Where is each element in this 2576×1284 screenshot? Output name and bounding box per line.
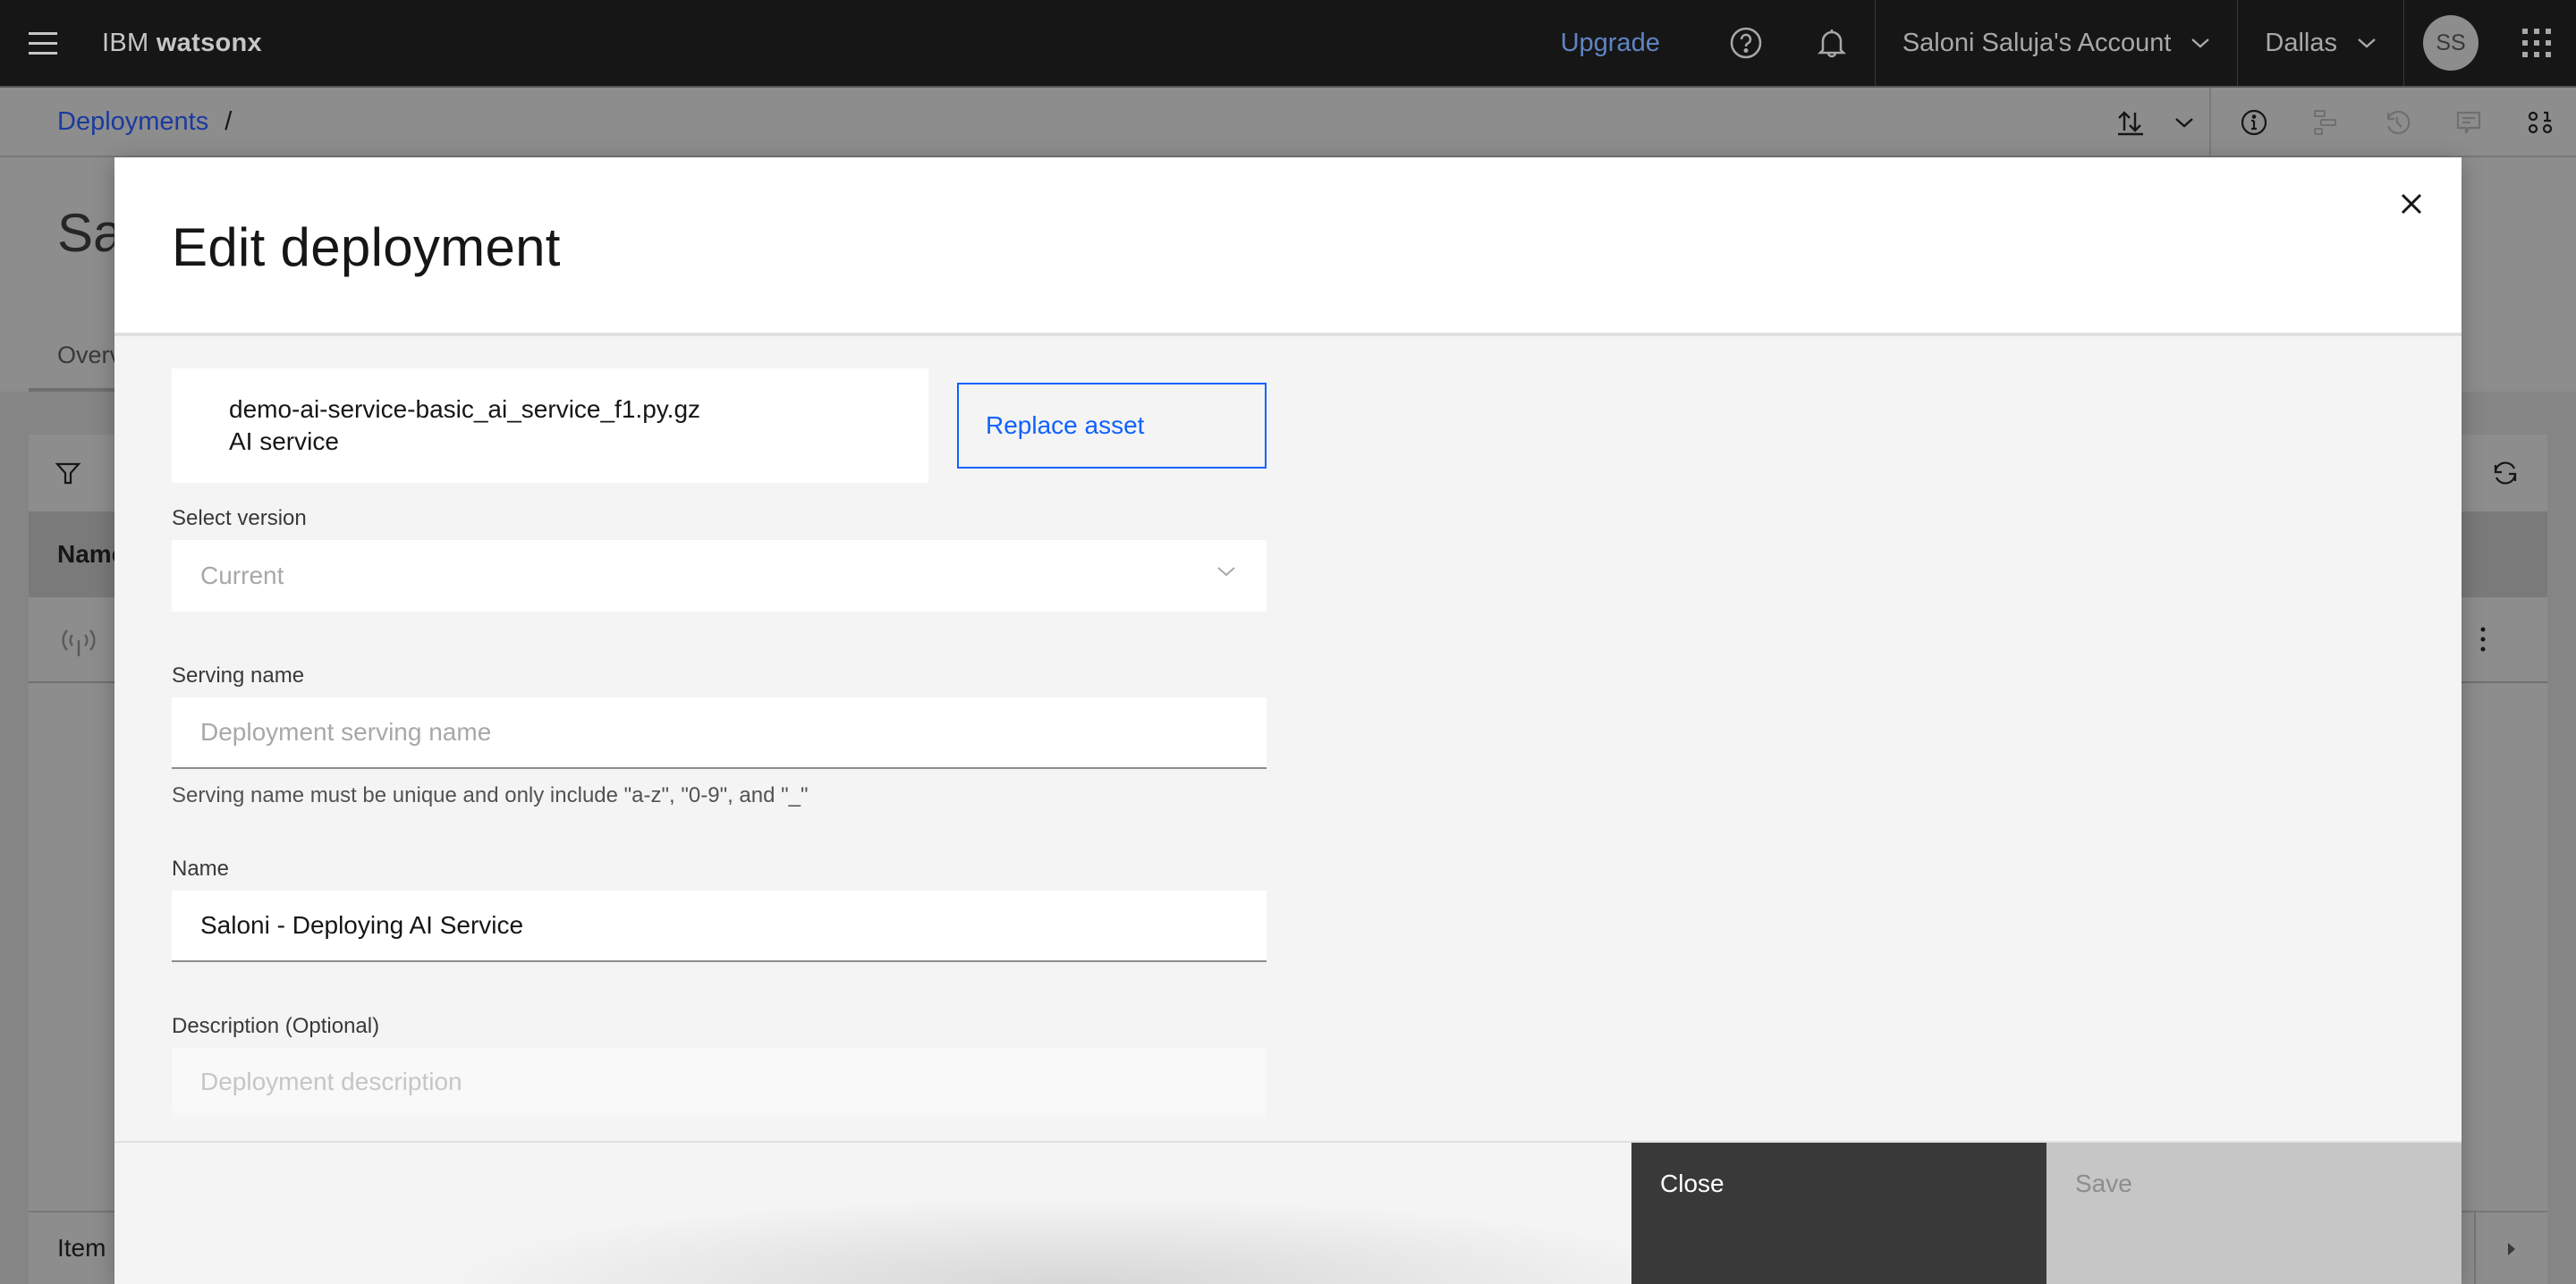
user-avatar-button[interactable]: SS bbox=[2404, 15, 2497, 71]
history-icon bbox=[2386, 110, 2411, 135]
account-label: Saloni Saluja's Account bbox=[1902, 28, 2172, 57]
breadcrumb: Deployments / bbox=[0, 86, 2576, 157]
breadcrumb-separator: / bbox=[225, 106, 233, 136]
modal-close-button[interactable] bbox=[2386, 179, 2436, 229]
edit-deployment-modal: Edit deployment demo-ai-service-basic_ai… bbox=[114, 157, 2462, 1284]
lineage-icon bbox=[2314, 110, 2336, 135]
tab-overview[interactable]: Overv bbox=[57, 342, 122, 369]
help-icon bbox=[1730, 27, 1762, 59]
name-field bbox=[172, 891, 1267, 962]
close-button-label: Close bbox=[1660, 1170, 1724, 1197]
name-label: Name bbox=[172, 857, 230, 881]
hamburger-menu-icon bbox=[29, 29, 57, 58]
version-select[interactable]: Current bbox=[172, 540, 1267, 612]
serving-name-field bbox=[172, 697, 1267, 769]
page-title: Sa bbox=[57, 203, 123, 263]
upgrade-link[interactable]: Upgrade bbox=[1518, 29, 1703, 58]
close-button[interactable]: Close bbox=[1631, 1143, 2046, 1284]
avatar: SS bbox=[2423, 15, 2479, 71]
menu-button[interactable] bbox=[0, 0, 86, 86]
serving-name-input[interactable] bbox=[172, 697, 1267, 767]
chevron-down-icon bbox=[2358, 38, 2376, 48]
items-per-page-label: Item bbox=[57, 1234, 106, 1262]
notifications-button[interactable] bbox=[1789, 0, 1875, 86]
comments-button[interactable] bbox=[2433, 88, 2504, 157]
data-icon bbox=[2528, 111, 2553, 134]
notification-bell-icon bbox=[1817, 30, 1846, 58]
modal-header: Edit deployment bbox=[114, 157, 2462, 336]
product-logo[interactable]: IBM watsonx bbox=[102, 29, 262, 58]
brand-name: watsonx bbox=[156, 28, 262, 57]
filter-icon[interactable] bbox=[54, 459, 82, 487]
version-select-value: Current bbox=[200, 562, 284, 589]
account-switcher[interactable]: Saloni Saluja's Account bbox=[1876, 0, 2238, 86]
asset-type: AI service bbox=[229, 427, 339, 455]
breadcrumb-deployments[interactable]: Deployments bbox=[57, 107, 208, 137]
caret-right-icon[interactable] bbox=[2503, 1239, 2521, 1259]
divider bbox=[2474, 1212, 2476, 1284]
topbar-actions: Upgrade Saloni Saluja's Account Dallas S… bbox=[1518, 0, 2576, 86]
chevron-down-icon bbox=[1217, 567, 1235, 577]
footer-shadow bbox=[428, 1196, 1724, 1284]
lineage-button[interactable] bbox=[2290, 88, 2361, 157]
save-button[interactable]: Save bbox=[2046, 1143, 2462, 1284]
chevron-down-icon bbox=[2191, 38, 2210, 48]
modal-footer: Close Save bbox=[114, 1141, 2462, 1284]
region-switcher[interactable]: Dallas bbox=[2238, 0, 2403, 86]
replace-asset-button[interactable]: Replace asset bbox=[957, 383, 1267, 469]
scroll-fade bbox=[114, 1109, 2462, 1127]
modal-title: Edit deployment bbox=[172, 217, 561, 277]
brand-prefix: IBM bbox=[102, 28, 149, 57]
close-icon bbox=[2401, 193, 2422, 215]
import-export-menu-button[interactable] bbox=[2166, 88, 2202, 157]
deployment-online-icon bbox=[62, 629, 96, 656]
name-input[interactable] bbox=[172, 891, 1267, 960]
history-button[interactable] bbox=[2361, 88, 2433, 157]
data-button[interactable] bbox=[2504, 88, 2576, 157]
description-label: Description (Optional) bbox=[172, 1014, 380, 1038]
chevron-down-icon bbox=[2175, 118, 2193, 128]
info-icon bbox=[2241, 109, 2267, 136]
top-nav-bar: IBM watsonx Upgrade Saloni Saluja's Acco… bbox=[0, 0, 2576, 86]
asset-name: demo-ai-service-basic_ai_service_f1.py.g… bbox=[229, 395, 701, 423]
serving-name-helper-text: Serving name must be unique and only inc… bbox=[172, 783, 809, 807]
import-export-icon bbox=[2118, 111, 2143, 136]
region-label: Dallas bbox=[2265, 28, 2337, 57]
select-version-label: Select version bbox=[172, 506, 307, 530]
info-button[interactable] bbox=[2218, 88, 2290, 157]
app-switcher-button[interactable] bbox=[2497, 0, 2576, 86]
overflow-menu-icon[interactable] bbox=[2478, 624, 2488, 655]
app-switcher-icon bbox=[2522, 29, 2551, 57]
import-export-button[interactable] bbox=[2095, 88, 2166, 157]
page-toolbar bbox=[2095, 88, 2576, 157]
refresh-icon[interactable] bbox=[2490, 458, 2521, 488]
comment-icon bbox=[2456, 111, 2481, 134]
divider bbox=[2209, 88, 2211, 157]
serving-name-label: Serving name bbox=[172, 663, 305, 688]
asset-tile: demo-ai-service-basic_ai_service_f1.py.g… bbox=[172, 368, 928, 483]
help-button[interactable] bbox=[1703, 0, 1789, 86]
save-button-label: Save bbox=[2075, 1170, 2132, 1197]
